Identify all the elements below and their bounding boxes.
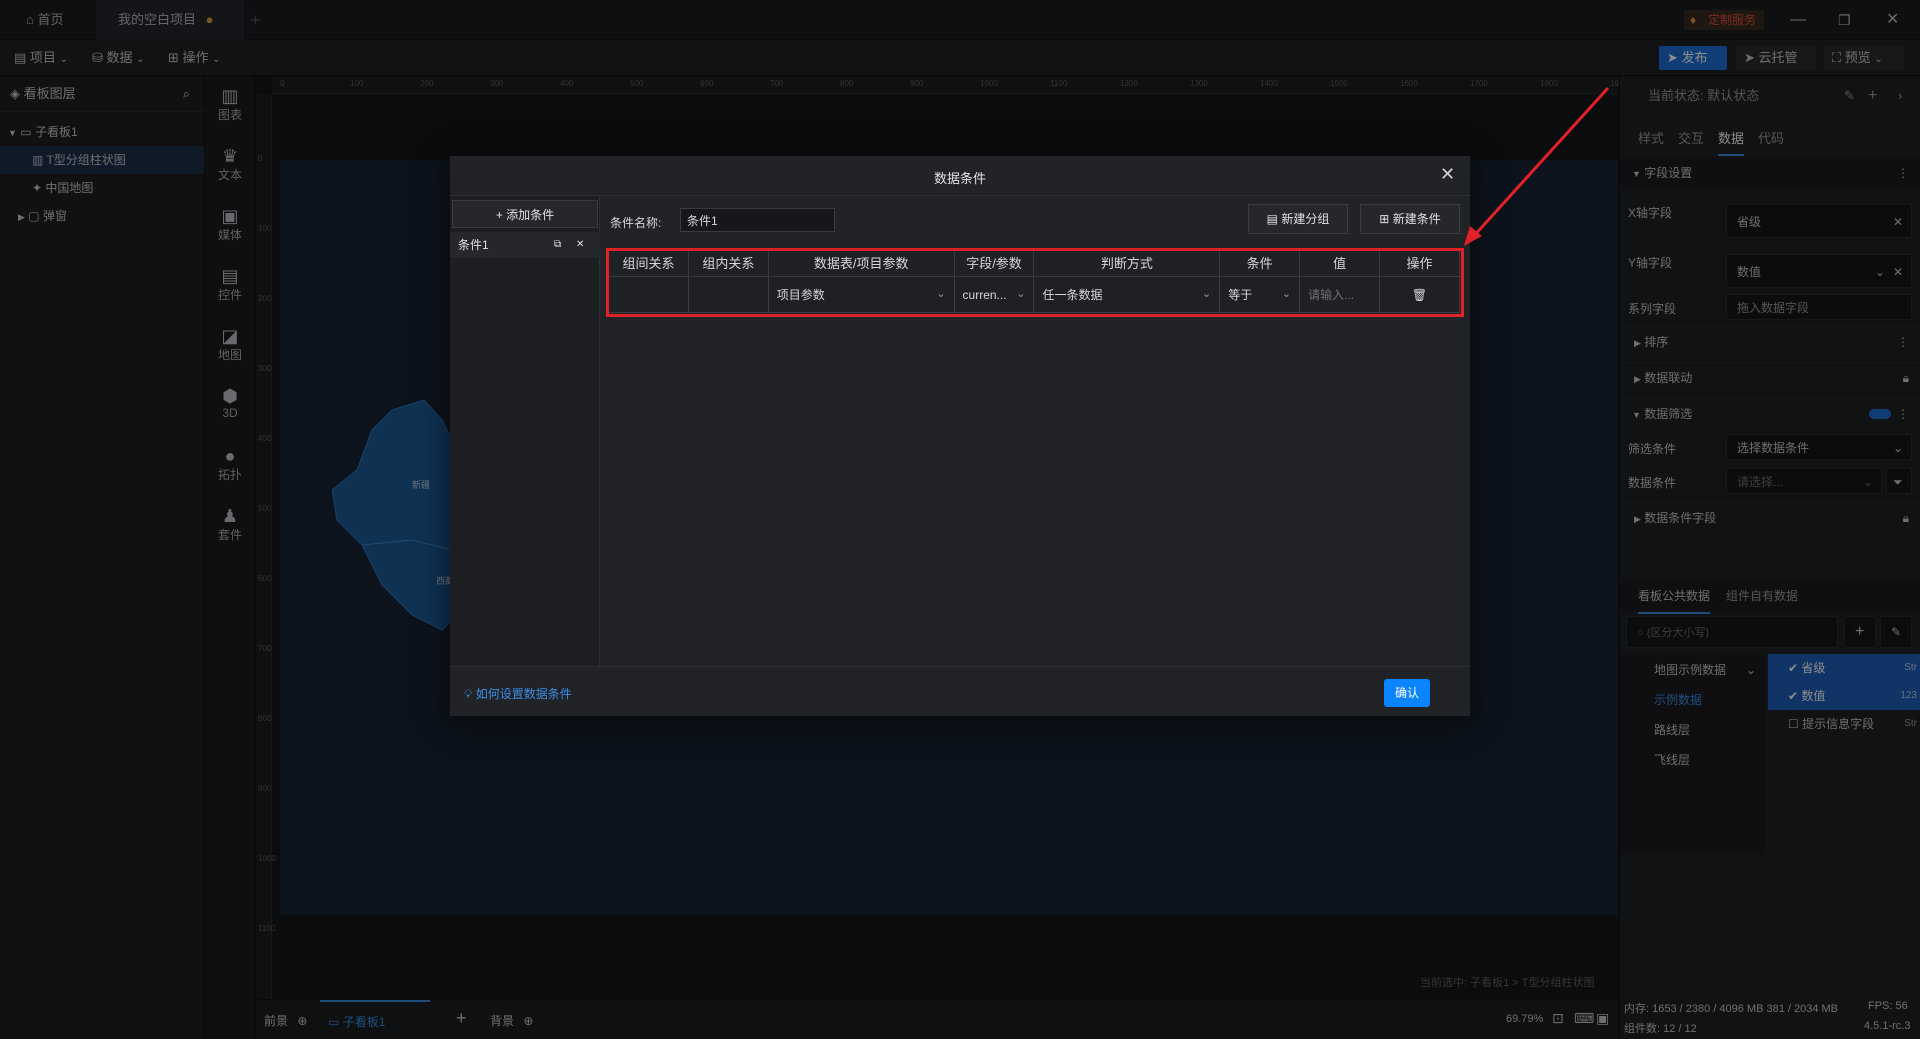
- add-condition-button[interactable]: + 添加条件: [452, 200, 598, 228]
- new-group-button[interactable]: ▤ 新建分组: [1248, 204, 1348, 234]
- dialog-header: 数据条件 ✕: [450, 156, 1470, 196]
- condition-name-label: 条件名称:: [610, 216, 662, 230]
- condition-list: + 添加条件 条件1 ⧉ ✕: [450, 196, 600, 666]
- confirm-button[interactable]: 确认: [1384, 679, 1430, 707]
- highlight-box: [606, 248, 1464, 317]
- help-label: 如何设置数据条件: [475, 687, 572, 701]
- condition-item[interactable]: 条件1 ⧉ ✕: [450, 232, 600, 258]
- dialog-footer: 💡︎ 如何设置数据条件 确认: [450, 666, 1470, 716]
- group-icon: ▤: [1266, 212, 1278, 226]
- annotation-arrow: [1464, 86, 1610, 246]
- new-condition-button[interactable]: ⊞ 新建条件: [1360, 204, 1460, 234]
- dialog-title: 数据条件: [933, 171, 986, 186]
- close-icon[interactable]: ✕: [1440, 164, 1455, 185]
- add-square-icon: ⊞: [1379, 212, 1390, 226]
- delete-x-icon[interactable]: ✕: [576, 232, 584, 258]
- copy-icon[interactable]: ⧉: [554, 232, 561, 258]
- data-condition-dialog: 数据条件 ✕ + 添加条件 条件1 ⧉ ✕ 条件名称: ▤ 新建分组 ⊞ 新建条…: [450, 156, 1470, 716]
- new-group-label: 新建分组: [1281, 212, 1330, 226]
- help-link[interactable]: 💡︎ 如何设置数据条件: [464, 685, 572, 702]
- condition-item-label: 条件1: [458, 238, 489, 252]
- bulb-icon: 💡︎: [464, 687, 473, 701]
- condition-name-input[interactable]: [680, 208, 835, 232]
- new-condition-label: 新建条件: [1392, 212, 1441, 226]
